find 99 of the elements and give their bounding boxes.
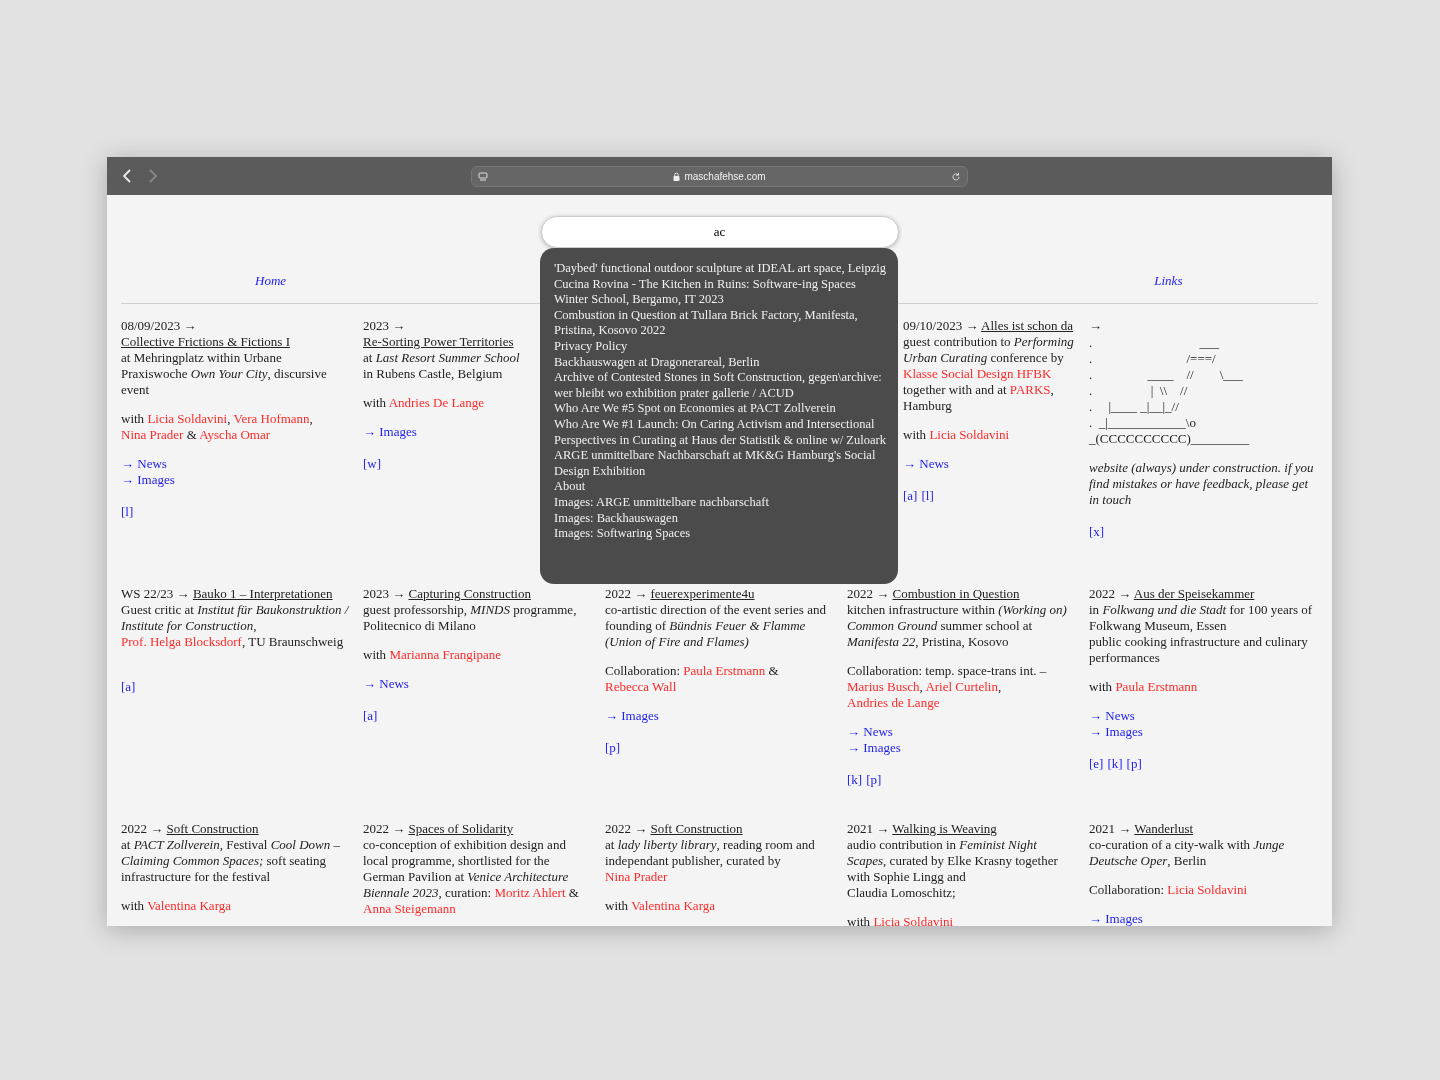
- nav-link[interactable]: Home: [255, 273, 287, 289]
- entry-description: co-curation of a city-walk with Junge Deutsche Oper, Berlin: [1089, 837, 1286, 869]
- entry-title-link[interactable]: Collective Frictions & Fictions I: [121, 334, 290, 349]
- entry-description: with Valentina Karga: [121, 898, 232, 914]
- search-result[interactable]: Images: ARGE unmittelbare nachbarschaft: [554, 494, 892, 511]
- entry-description: in Folkwang und die Stadt for 100 years of Folkwang Museum, Essen public cooking infrastructure and culinary performances: [1089, 602, 1314, 666]
- search-result[interactable]: Combustion in Question at Tullara Brick Factory, Manifesta, Pristina, Kosovo 2022: [554, 307, 892, 339]
- entry-description: Guest critic at Institut für Baukonstruktion / Institute for Construction, Prof. Helga Blocksdorf, TU Braunschweig: [121, 602, 349, 650]
- entry-description: Collaboration: Licia Soldavini: [1089, 882, 1249, 898]
- entry-title-link[interactable]: Alles ist schon da: [981, 318, 1074, 333]
- entry-title-link[interactable]: Soft Construction: [650, 821, 743, 836]
- entry-description: at Mehringplatz within Urbane Praxiswoche Own Your City, discursive event: [121, 350, 328, 398]
- lock-icon: [673, 172, 681, 181]
- entry-date: 2022 →: [121, 821, 164, 836]
- reference-link[interactable]: [l]: [921, 488, 934, 504]
- entry-title-link[interactable]: Capturing Construction: [408, 586, 531, 601]
- reference-link[interactable]: [e]: [1089, 756, 1104, 772]
- entry-description: co-artistic direction of the event series and founding of Bündnis Feuer & Flamme (Union of Fire and Flames): [605, 602, 827, 650]
- search-result[interactable]: ARGE unmittelbare Nachbarschaft at MK&G Hamburg's Social Design Exhibition: [554, 448, 892, 480]
- entry-description: with Paula Erstmann: [1089, 679, 1199, 695]
- entry-description: at PACT Zollverein, Festival Cool Down – Claiming Common Spaces; soft seating infrastructure for the festival: [121, 837, 341, 885]
- section-link[interactable]: → News: [903, 456, 949, 472]
- entry-date: 2022 →: [847, 586, 890, 601]
- reference-link[interactable]: [a]: [121, 679, 136, 695]
- reference-link[interactable]: [l]: [121, 504, 134, 520]
- section-link[interactable]: → Images: [1089, 724, 1143, 740]
- section-link[interactable]: → News: [363, 676, 409, 692]
- entry-title-link[interactable]: Re-Sorting Power Territories: [363, 334, 514, 349]
- entry-title-link[interactable]: Soft Construction: [166, 821, 259, 836]
- entry-date: 2021 →: [1089, 821, 1132, 836]
- entry-date: →: [1089, 318, 1102, 333]
- entry-description: with Marianna Frangipane: [363, 647, 502, 663]
- entry-title-link[interactable]: Spaces of Solidarity: [408, 821, 514, 836]
- entry-description: kitchen infrastructure within (Working on) Common Ground summer school at Manifesta 22, Pristina, Kosovo: [847, 602, 1068, 650]
- reference-link[interactable]: [p]: [1126, 756, 1142, 772]
- reference-link[interactable]: [k]: [1107, 756, 1123, 772]
- search-field[interactable]: ac: [540, 216, 899, 248]
- search-result[interactable]: 'Daybed' functional outdoor sculpture at IDEAL art space, Leipzig: [554, 261, 892, 277]
- search-result[interactable]: Who Are We #1 Launch: On Caring Activism and Intersectional Perspectives in Curating at Haus der Statistik & online w/ Zuloark: [554, 416, 892, 449]
- search-result[interactable]: Backhauswagen at Dragonerareal, Berlin: [554, 354, 892, 371]
- section-link[interactable]: → Images: [363, 424, 417, 440]
- site-note: website (always) under construction. if you find mistakes or have feedback, please get in touch: [1089, 460, 1315, 508]
- entry-title-link[interactable]: feuerexperimente4u: [650, 586, 755, 601]
- ascii-art: . ___ . /===/ . ____ // \___ . | \\ // . |____ _|__|_// . _|____________\o _(CCCCCCCCCC)_________: [1089, 335, 1251, 447]
- entry-title-link[interactable]: Combustion in Question: [892, 586, 1020, 601]
- address-bar[interactable]: maschafehse.com: [471, 166, 968, 187]
- section-link[interactable]: → News: [1089, 708, 1135, 724]
- entry-description: with Licia Soldavini: [847, 914, 955, 926]
- entry-description: Collaboration: Paula Erstmann & Rebecca Wall: [605, 663, 780, 695]
- section-link[interactable]: → News: [121, 456, 167, 472]
- entry-date: WS 22/23 →: [121, 586, 190, 601]
- section-link[interactable]: → Images: [121, 472, 175, 488]
- entry-description: with Licia Soldavini, Vera Hofmann, Nina Prader & Ayscha Omar: [121, 411, 314, 443]
- search-result[interactable]: About: [554, 479, 892, 495]
- nav-link[interactable]: Links: [1154, 273, 1183, 289]
- search-result[interactable]: Images: Softwaring Spaces: [554, 526, 892, 542]
- entry-date: 2021 →: [847, 821, 890, 836]
- entry-description: with Valentina Karga: [605, 898, 716, 914]
- entry-date: 2023 →: [363, 318, 406, 333]
- entry-date: 2022 →: [605, 586, 648, 601]
- entry-description: at lady liberty library, reading room and independant publisher, curated by Nina Prader: [605, 837, 816, 885]
- reference-link[interactable]: [a]: [363, 708, 378, 724]
- reader-icon[interactable]: [478, 171, 488, 182]
- entry-title-link[interactable]: Wanderlust: [1134, 821, 1194, 836]
- entry-date: 2023 →: [363, 586, 406, 601]
- reference-link[interactable]: [p]: [866, 772, 882, 788]
- entry-title-link[interactable]: Bauko 1 – Interpretationen: [192, 586, 333, 601]
- entry-date: 08/09/2023 →: [121, 318, 197, 333]
- entry-description: with Andries De Lange: [363, 395, 485, 411]
- url-text: maschafehse.com: [684, 170, 766, 184]
- search-result[interactable]: Archive of Contested Stones in Soft Construction, gegen\archive: wer bleibt wo exhibition prater gallerie / ACUD: [554, 370, 892, 402]
- entry-date: 2022 →: [363, 821, 406, 836]
- entry-description: guest professorship, MINDS programme, Politecnico di Milano: [363, 602, 578, 634]
- reference-link[interactable]: [a]: [903, 488, 918, 504]
- search-result[interactable]: Cucina Rovina - The Kitchen in Ruins: Software-ing Spaces Winter School, Bergamo, IT 2023: [554, 276, 892, 308]
- entry-description: audio contribution in Feminist Night Scapes, curated by Elke Krasny together with Sophie Lingg and Claudia Lomoschitz;: [847, 837, 1059, 901]
- reload-icon[interactable]: [951, 171, 961, 182]
- entry-description: Collaboration: temp. space-trans int. – Marius Busch, Ariel Curtelin, Andries de Lange: [847, 663, 1048, 711]
- entry-description: with Licia Soldavini: [903, 427, 1011, 443]
- entry-description: guest contribution to Performing Urban Curating conference by Klasse Social Design HFBK together with and at PARKS, Hamburg: [903, 334, 1075, 414]
- reference-link[interactable]: [x]: [1089, 524, 1105, 540]
- reference-link[interactable]: [p]: [605, 740, 621, 756]
- entry-date: 2022 →: [605, 821, 648, 836]
- section-link[interactable]: → Images: [847, 740, 901, 756]
- entry-description: co-conception of exhibition design and local programme, shortlisted for the German Pavilion at Venice Architecture Biennale 2023, curation: Moritz Ahlert & Anna Steigemann: [363, 837, 580, 917]
- section-link[interactable]: → Images: [605, 708, 659, 724]
- section-link[interactable]: → News: [847, 724, 893, 740]
- search-result[interactable]: Images: Backhauswagen: [554, 510, 892, 527]
- entry-title-link[interactable]: Aus der Speisekammer: [1133, 586, 1255, 601]
- search-result[interactable]: Privacy Policy: [554, 338, 892, 355]
- entry-date: 09/10/2023 →: [903, 318, 979, 333]
- entry-date: 2022 →: [1089, 586, 1132, 601]
- section-link[interactable]: → Images: [1089, 911, 1143, 926]
- entry-title-link[interactable]: Walking is Weaving: [892, 821, 997, 836]
- entry-description: at Last Resort Summer School in Rubens Castle, Belgium: [363, 350, 521, 382]
- back-icon[interactable]: [123, 169, 132, 183]
- reference-link[interactable]: [k]: [847, 772, 863, 788]
- reference-link[interactable]: [w]: [363, 456, 382, 472]
- search-result[interactable]: Who Are We #5 Spot on Economies at PACT Zollverein: [554, 401, 892, 417]
